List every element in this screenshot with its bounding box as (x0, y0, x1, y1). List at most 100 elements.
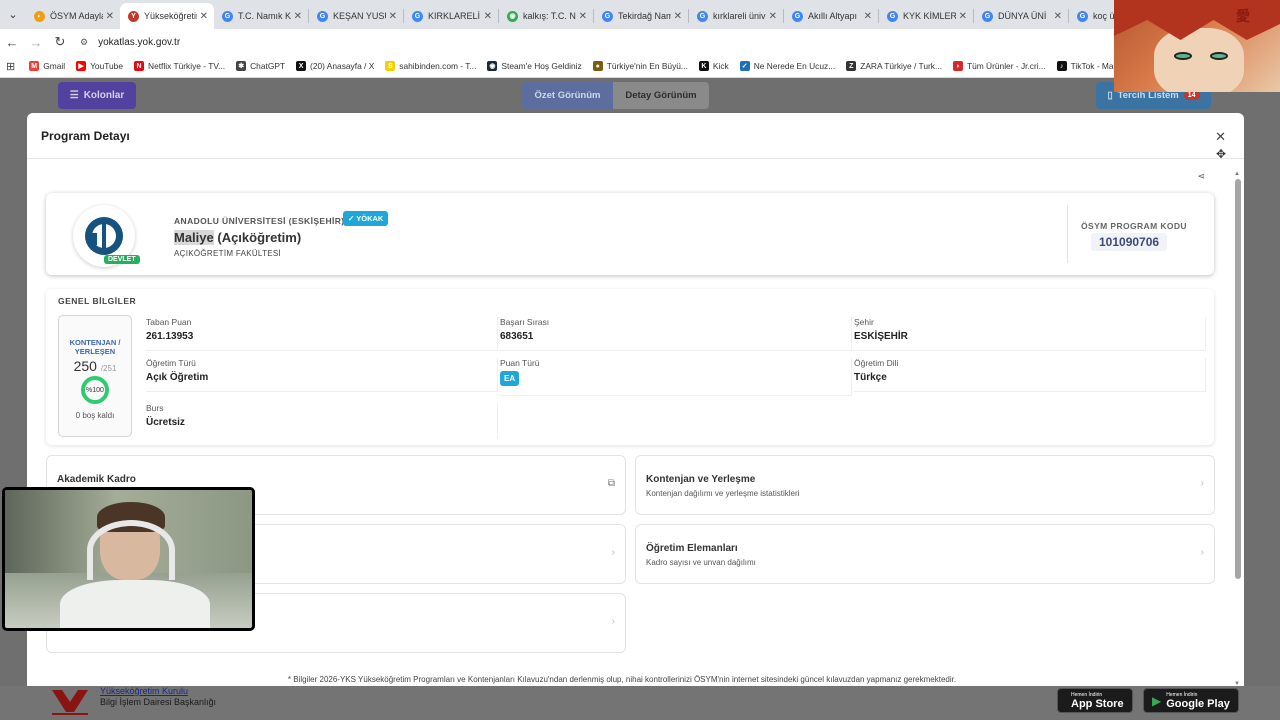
tab-favicon-icon: G (1077, 10, 1088, 22)
field-label: Şehir (854, 317, 874, 327)
puan-turu-badge: EA (500, 371, 520, 386)
tab-close-icon[interactable]: ✕ (674, 11, 682, 22)
columns-button[interactable]: ☰ Kolonlar (58, 82, 136, 109)
avatar-face (1154, 28, 1244, 92)
tab-close-icon[interactable]: ✕ (389, 11, 397, 22)
chevron-right-icon: › (611, 547, 615, 558)
bookmark-item[interactable]: ✱ ChatGPT (236, 61, 285, 71)
scroll-up-icon[interactable]: ▲ (1234, 171, 1240, 177)
tab-close-icon[interactable]: ✕ (959, 11, 967, 22)
bookmark-item[interactable]: ✓ Ne Nerede En Ucuz... (739, 61, 835, 71)
google-play-button[interactable]: ▶ Hemen İndirin Google Play (1143, 688, 1239, 713)
browser-tab[interactable]: G Akıllı Altyapı ✕ (784, 3, 878, 29)
share-icon[interactable]: ⋖ (1197, 171, 1205, 182)
tab-strip: ⌄ ◐ÖSYM Adaylar✕YYükseköğretim✕ G T.C. Nam… (0, 0, 1280, 29)
app-store-button[interactable]: Hemen İndirin App Store (1057, 688, 1133, 713)
tab-search-chevron-icon[interactable]: ⌄ (0, 0, 26, 29)
tab-favicon-icon: Y (128, 10, 139, 22)
tab-favicon-icon: ◉ (507, 10, 518, 22)
view-toggle: Özet Görünüm Detay Görünüm (522, 82, 709, 109)
bookmark-label: Türkiye'nin En Büyü... (606, 61, 688, 71)
tab-favicon-icon: G (887, 10, 898, 22)
bookmark-item[interactable]: Z ZARA Türkiye / Turk... (846, 61, 942, 71)
card-subtitle: Kontenjan dağılımı ve yerleşme istatisti… (646, 489, 800, 498)
card-title: Akademik Kadro (57, 474, 136, 485)
browser-tab[interactable]: Y Yükseköğretim✕ (120, 3, 214, 29)
browser-tab[interactable]: G KIRKLARELİ ÜNİ✕ (404, 3, 498, 29)
browser-tab[interactable]: Gkırklareli üniv ✕ (689, 3, 783, 29)
apps-grid-icon[interactable]: ⊞ (6, 60, 15, 73)
url-text[interactable]: yokatlas.yok.gov.tr (98, 37, 180, 48)
field-value: 261.13953 (146, 331, 194, 342)
scroll-thumb[interactable] (1235, 179, 1241, 579)
bookmarks-bar: ⊞ M Gmail ▶ YouTube N Netflix Türkiye - TV...… (0, 55, 1280, 78)
field-value: Ücretsiz (146, 417, 185, 428)
browser-tab[interactable]: G DÜNYA ÜNİ ✕ (974, 3, 1068, 29)
avatar-eye (1210, 52, 1228, 60)
tab-favicon-icon: G (697, 10, 708, 22)
quota-placement-card[interactable]: Kontenjan ve Yerleşme Kontenjan dağılımı… (635, 455, 1215, 515)
external-link-icon[interactable]: ⧉ (608, 478, 615, 489)
modal-title: Program Detayı (41, 128, 130, 143)
yokak-badge: ✓ YÖKAK (343, 211, 389, 226)
browser-tab[interactable]: G KYK KİMLERE✕ (879, 3, 973, 29)
preference-count-badge: 14 (1183, 91, 1200, 100)
tab-close-icon[interactable]: ✕ (200, 11, 208, 22)
browser-tab[interactable]: G T.C. Namık Kemal✕ (214, 3, 308, 29)
bookmark-item[interactable]: Ssahibinden.com - T... (385, 61, 476, 71)
url-field[interactable]: ⚙ yokatlas.yok.gov.tr (80, 37, 180, 48)
google-play-icon: ▶ (1152, 693, 1162, 708)
avatar-eye (1174, 52, 1192, 60)
chevron-right-icon: › (611, 616, 615, 627)
move-cursor-icon: ✥ (1216, 147, 1227, 161)
tab-favicon-icon: G (222, 10, 233, 22)
bookmark-icon: ▯ (1107, 90, 1113, 101)
general-info-card: GENEL BİLGİLER KONTENJAN / YERLEŞEN 250 … (46, 289, 1214, 445)
bookmark-item[interactable]: K Kick (698, 61, 729, 71)
tab-close-icon[interactable]: ✕ (294, 11, 302, 22)
tab-favicon-icon: G (792, 10, 803, 22)
bookmark-item[interactable]: ◗ Tüm Ürünler - Jr.cri... (952, 61, 1046, 71)
forward-icon[interactable]: → (24, 35, 48, 50)
browser-tab[interactable]: ◐ ÖSYM Adaylar✕ (26, 3, 120, 29)
detail-view-button[interactable]: Detay Görünüm (613, 82, 709, 109)
tab-close-icon[interactable]: ✕ (484, 11, 492, 22)
field-sehir: Şehir ESKİŞEHİR (854, 317, 1206, 351)
footer-dept: Bilgi İşlem Dairesi Başkanlığı (100, 697, 217, 707)
tab-close-icon[interactable]: ✕ (579, 11, 587, 22)
browser-tab[interactable]: ◉ kalkış: T.C. N ✕ (499, 3, 593, 29)
yok-logo (52, 690, 88, 715)
bookmark-item[interactable]: ◉ Steam'e Hoş Geldiniz (487, 61, 582, 71)
field-puan-turu: Puan Türü EA (500, 358, 852, 396)
browser-tab[interactable]: G KEŞAN YUSUF✕ (309, 3, 403, 29)
field-value: ESKİŞEHİR (854, 331, 908, 342)
tab-close-icon[interactable]: ✕ (864, 11, 872, 22)
bookmark-item[interactable]: X (20) Anasayfa / X (296, 61, 374, 71)
bookmark-item[interactable]: M Gmail (29, 61, 65, 71)
bookmark-item[interactable]: ▶ YouTube (76, 61, 123, 71)
site-info-icon[interactable]: ⚙ (80, 37, 88, 48)
modal-scrollbar[interactable]: ▲ ▼ (1234, 171, 1241, 686)
browser-tab[interactable]: G Tekirdağ Namık✕ (594, 3, 688, 29)
program-name-highlight: Maliye (174, 230, 214, 245)
reload-icon[interactable]: ↻ (48, 34, 72, 50)
tab-close-icon[interactable]: ✕ (1054, 11, 1062, 22)
bookmark-favicon-icon: ✓ (739, 61, 750, 71)
divider (1067, 205, 1068, 263)
tab-close-icon[interactable]: ✕ (769, 11, 777, 22)
yok-link[interactable]: Yükseköğretim Kurulu (100, 686, 216, 697)
close-icon[interactable]: ✕ (1215, 129, 1226, 145)
streamer-avatar-overlay: 愛 (1114, 0, 1280, 92)
chevron-right-icon: › (1200, 547, 1204, 558)
tab-label: T.C. Namık Kemal (238, 11, 291, 21)
bookmark-item[interactable]: ● Türkiye'nin En Büyü... (592, 61, 688, 71)
summary-view-button[interactable]: Özet Görünüm (522, 82, 613, 109)
back-icon[interactable]: ← (0, 35, 24, 50)
bookmark-item[interactable]: N Netflix Türkiye - TV... (134, 61, 225, 71)
field-label: Taban Puan (146, 317, 192, 327)
tab-close-icon[interactable]: ✕ (106, 11, 114, 22)
quota-ring: %100 (81, 376, 109, 404)
scroll-down-icon[interactable]: ▼ (1234, 681, 1240, 686)
yokak-label: YÖKAK (356, 214, 384, 223)
teaching-staff-card[interactable]: Öğretim Elemanları Kadro sayısı ve unvan… (635, 524, 1215, 584)
